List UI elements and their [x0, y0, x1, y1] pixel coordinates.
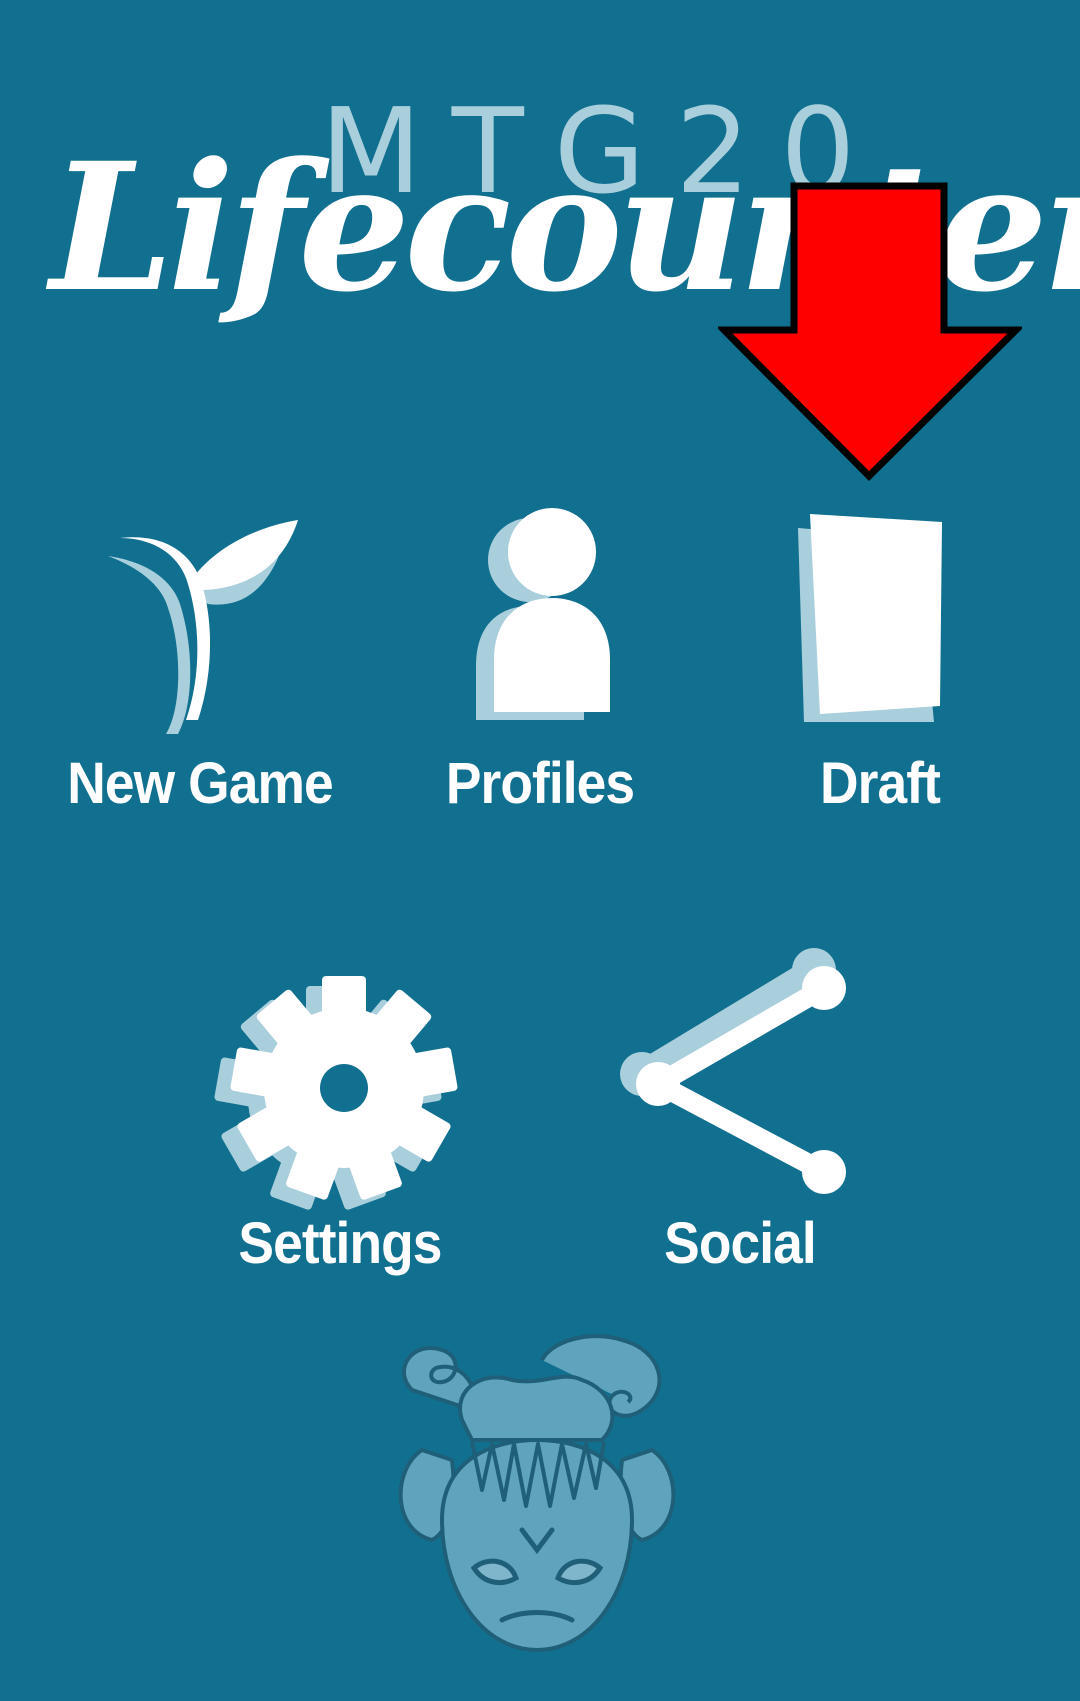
settings-button[interactable]: Settings: [180, 960, 500, 1290]
draft-label: Draft: [820, 751, 941, 816]
settings-label: Settings: [238, 1211, 442, 1276]
social-label: Social: [664, 1211, 817, 1276]
profiles-button[interactable]: Profiles: [380, 500, 700, 830]
new-game-label: New Game: [67, 751, 333, 816]
person-icon: [476, 508, 610, 720]
down-arrow-icon: [718, 182, 1022, 481]
social-button[interactable]: Social: [580, 948, 900, 1290]
share-icon: [620, 948, 846, 1194]
goblin-face-icon: [398, 1334, 676, 1652]
draft-button[interactable]: Draft: [720, 500, 1040, 830]
profiles-label: Profiles: [445, 751, 635, 816]
gear-icon: [214, 976, 458, 1210]
card-icon: [798, 514, 942, 722]
sprout-icon: [108, 520, 298, 734]
new-game-button[interactable]: New Game: [40, 500, 360, 830]
